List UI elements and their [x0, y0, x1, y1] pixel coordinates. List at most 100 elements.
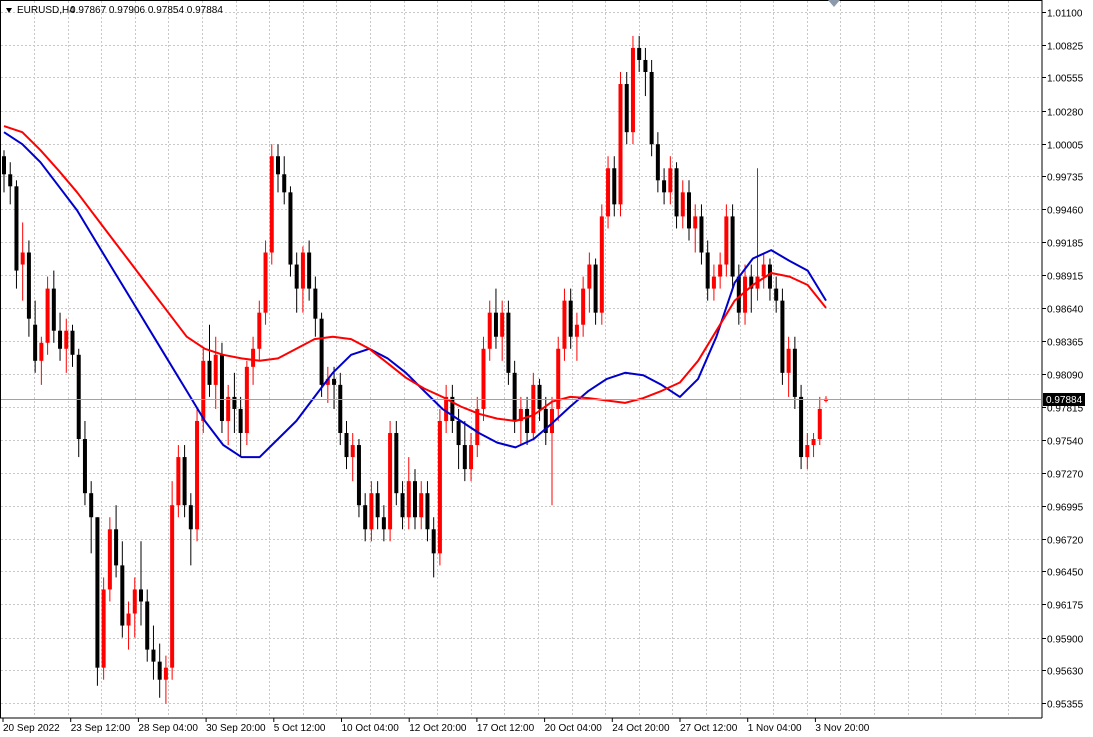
candle-body — [469, 445, 474, 470]
candle-body — [145, 601, 150, 650]
candle-body — [431, 529, 436, 554]
candle-body — [363, 505, 368, 530]
candle-body — [743, 276, 748, 313]
candle-body — [799, 396, 804, 458]
price-tick-label: 0.98365 — [1047, 338, 1084, 349]
candle-body — [618, 84, 623, 205]
candle-body — [232, 396, 237, 409]
price-tick-label: 0.95630 — [1047, 667, 1084, 678]
candle-body — [761, 264, 766, 277]
candle-body — [643, 59, 648, 72]
candle-body — [51, 288, 56, 331]
candle-body — [680, 192, 685, 217]
price-tick-label: 0.95355 — [1047, 700, 1084, 711]
candle-body — [157, 661, 162, 680]
price-tick-label: 0.97540 — [1047, 437, 1084, 448]
candle-body — [674, 168, 679, 217]
candle-body — [375, 493, 380, 518]
candle-body — [89, 493, 94, 518]
candle-body — [705, 252, 710, 289]
candle-body — [20, 252, 25, 265]
candle-body — [693, 216, 698, 229]
time-tick-label: 1 Nov 04:00 — [748, 723, 802, 734]
candle-body — [730, 216, 735, 277]
candle-body — [437, 420, 442, 554]
candle-body — [332, 378, 337, 385]
time-tick-label: 17 Oct 12:00 — [477, 723, 535, 734]
last-price-tag: 0.97884 — [1043, 393, 1085, 406]
candle-body — [219, 354, 224, 421]
candle-body — [64, 330, 69, 349]
candle-body — [662, 180, 667, 193]
candle-body — [319, 318, 324, 385]
candle-body — [649, 71, 654, 145]
candle-body — [294, 264, 299, 289]
price-tick-label: 0.98090 — [1047, 371, 1084, 382]
candle-body — [188, 505, 193, 530]
candle-body — [276, 156, 280, 175]
candle-body — [568, 300, 573, 337]
candle-body — [537, 384, 542, 409]
symbol-timeframe: EURUSD,H4 — [17, 5, 75, 16]
candle-body — [70, 330, 75, 355]
time-tick-label: 27 Oct 12:00 — [680, 723, 738, 734]
candle-body — [655, 144, 660, 181]
candle-body — [774, 288, 779, 301]
candle-body — [39, 342, 44, 361]
price-tick-label: 0.99735 — [1047, 173, 1084, 184]
candle-body — [8, 174, 13, 187]
candle-body — [413, 481, 417, 518]
candle-body — [58, 330, 63, 349]
candle-body — [718, 264, 723, 277]
candle-body — [307, 252, 312, 289]
candle-body — [574, 324, 579, 337]
candle-body — [724, 216, 729, 265]
candle-body — [599, 216, 604, 313]
candle-body — [767, 264, 772, 289]
candle-body — [344, 433, 349, 458]
chart-header: EURUSD,H4 0.97867 0.97906 0.97854 0.9788… — [6, 5, 223, 16]
candle-body — [139, 589, 143, 602]
time-tick-label: 23 Sep 12:00 — [71, 723, 131, 734]
candle-body — [26, 252, 31, 319]
candle-body — [126, 613, 131, 626]
candle-body — [687, 192, 691, 229]
candle-body — [381, 517, 386, 530]
candle-body — [406, 481, 411, 518]
price-tick-label: 0.96175 — [1047, 601, 1084, 612]
candle-body — [506, 312, 511, 373]
candle-body — [630, 47, 635, 133]
candle-body — [14, 186, 19, 271]
candle-body — [593, 264, 598, 313]
candle-body — [394, 433, 399, 494]
candle-body — [606, 168, 611, 217]
candle-body — [817, 408, 822, 440]
time-tick-label: 20 Sep 2022 — [3, 723, 60, 734]
price-tick-label: 0.98640 — [1047, 305, 1084, 316]
candle-body — [101, 589, 106, 668]
candle-body — [456, 420, 461, 446]
candle-body — [637, 47, 642, 60]
candle-body — [170, 505, 175, 668]
candle-body — [182, 457, 187, 506]
candle-body — [195, 420, 200, 530]
candle-body — [811, 439, 816, 446]
candle-body — [711, 276, 716, 289]
candle-body — [612, 168, 617, 205]
candle-body — [45, 288, 50, 343]
candle-body — [805, 445, 810, 458]
candle-body — [82, 439, 87, 494]
candle-body — [356, 445, 361, 506]
candle-body — [213, 354, 218, 385]
price-chart[interactable]: 1.01100 1.00825 1.00555 1.00280 1.00005 0.997… — [0, 0, 1093, 737]
time-tick-label: 20 Oct 04:00 — [545, 723, 603, 734]
candle-body — [2, 156, 6, 175]
candle-body — [624, 84, 629, 133]
candle-body — [581, 288, 586, 325]
candle-body — [792, 348, 797, 397]
price-tick-label: 1.01100 — [1047, 9, 1083, 20]
price-tick-label: 1.00280 — [1047, 108, 1084, 119]
time-tick-label: 30 Sep 20:00 — [206, 723, 266, 734]
candle-body — [207, 360, 212, 385]
candle-body — [512, 372, 517, 421]
